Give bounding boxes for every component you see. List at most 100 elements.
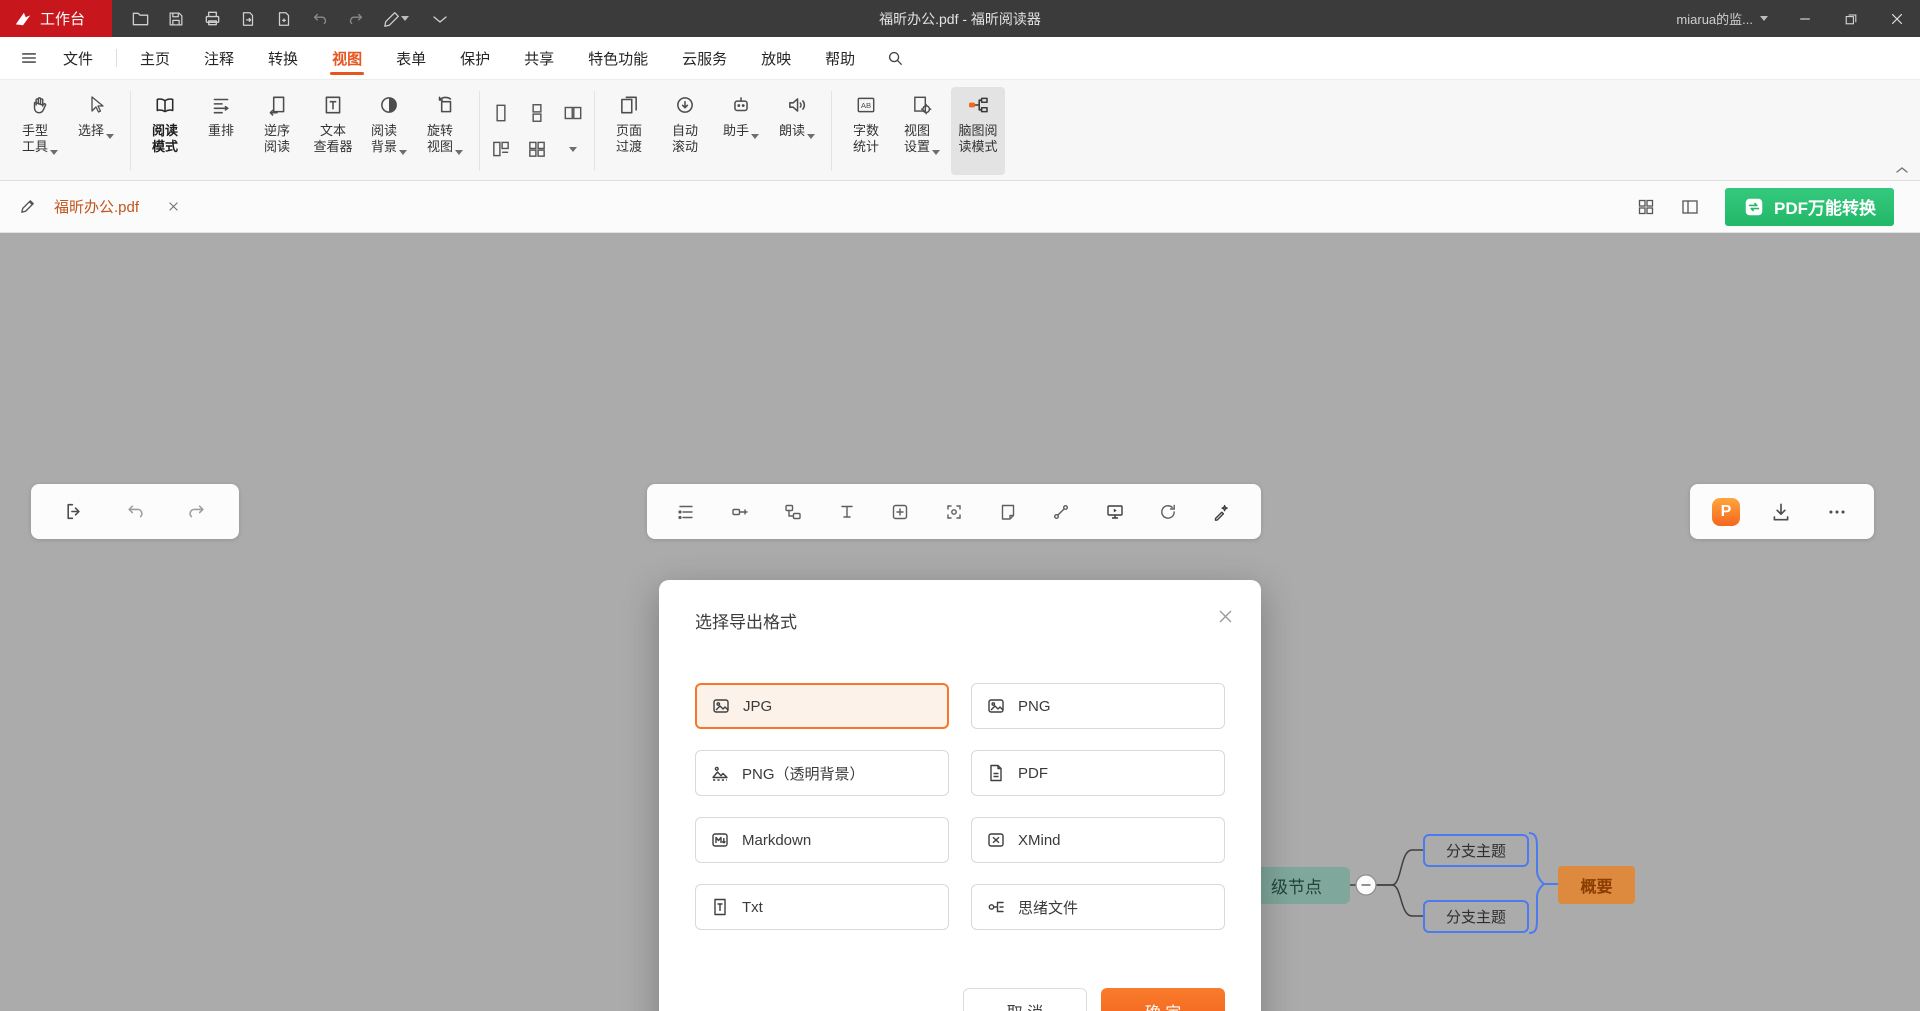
confirm-button[interactable]: 确 定 bbox=[1101, 988, 1225, 1011]
select-tool-button[interactable]: 选择 bbox=[69, 87, 123, 175]
mindmap-branch-node[interactable]: 分支主题 bbox=[1423, 900, 1529, 933]
save-button[interactable] bbox=[160, 5, 192, 33]
mindmap-mode-button[interactable]: 脑图阅 读模式 bbox=[951, 87, 1005, 175]
facing-page-button[interactable] bbox=[556, 96, 590, 130]
menu-cloud[interactable]: 云服务 bbox=[674, 37, 735, 79]
cursor-icon bbox=[86, 92, 106, 118]
export-option-pdf[interactable]: PDF bbox=[971, 750, 1225, 796]
hand-tool-button[interactable]: 手型 工具 bbox=[13, 87, 67, 175]
export-option-png[interactable]: PNG bbox=[971, 683, 1225, 729]
document-tab[interactable]: 福昕办公.pdf bbox=[42, 181, 192, 232]
panel-layout-button[interactable] bbox=[1675, 192, 1705, 222]
view-settings-button[interactable]: 视图 设置 bbox=[895, 87, 949, 175]
export-option-txt[interactable]: Txt bbox=[695, 884, 949, 930]
export-option-jpg[interactable]: JPG bbox=[695, 683, 949, 729]
screenshot-frame-icon bbox=[944, 502, 964, 522]
toolbar-options-button[interactable] bbox=[420, 5, 460, 33]
menu-help[interactable]: 帮助 bbox=[817, 37, 863, 79]
menu-convert[interactable]: 转换 bbox=[260, 37, 306, 79]
rotate-view-button[interactable]: 旋转 视图 bbox=[418, 87, 472, 175]
export-option-png-transparent[interactable]: PNG（透明背景） bbox=[695, 750, 949, 796]
page-layout-more-button[interactable] bbox=[556, 132, 590, 166]
redo-button[interactable] bbox=[340, 5, 372, 33]
mindmap-summary-node[interactable]: 概要 bbox=[1558, 866, 1635, 904]
read-aloud-button[interactable]: 朗读 bbox=[770, 87, 824, 175]
restore-button[interactable] bbox=[1828, 0, 1874, 37]
reverse-read-button[interactable]: 逆序 阅读 bbox=[250, 87, 304, 175]
rotate-view-label: 旋转 视图 bbox=[427, 123, 453, 155]
search-icon[interactable] bbox=[878, 49, 912, 67]
close-window-button[interactable] bbox=[1874, 0, 1920, 37]
add-topic-button[interactable] bbox=[725, 497, 755, 527]
collapse-outline-button[interactable] bbox=[59, 497, 89, 527]
menu-file[interactable]: 文件 bbox=[55, 37, 101, 79]
new-document-button[interactable] bbox=[268, 5, 300, 33]
redo-button[interactable] bbox=[181, 497, 211, 527]
menu-form[interactable]: 表单 bbox=[388, 37, 434, 79]
page-layout-4-button[interactable] bbox=[484, 132, 518, 166]
download-button[interactable] bbox=[1766, 497, 1796, 527]
chevron-down-icon bbox=[430, 9, 450, 29]
outline-structure-button[interactable] bbox=[671, 497, 701, 527]
menu-present[interactable]: 放映 bbox=[753, 37, 799, 79]
relation-line-button[interactable] bbox=[1046, 497, 1076, 527]
brand-badge[interactable]: P bbox=[1712, 498, 1740, 526]
grid-view-button[interactable] bbox=[1631, 192, 1661, 222]
note-button[interactable] bbox=[993, 497, 1023, 527]
export-option-mind-file[interactable]: 思绪文件 bbox=[971, 884, 1225, 930]
edit-text-button[interactable] bbox=[832, 497, 862, 527]
menu-protect[interactable]: 保护 bbox=[452, 37, 498, 79]
export-option-markdown[interactable]: Markdown bbox=[695, 817, 949, 863]
ai-magic-button[interactable] bbox=[1207, 497, 1237, 527]
reflow-icon bbox=[210, 92, 232, 118]
insert-node-button[interactable] bbox=[885, 497, 915, 527]
edit-text-icon bbox=[837, 502, 857, 522]
mindmap-canvas[interactable]: P 级节点 分支主题 分支主题 概要 思维导图 100% bbox=[0, 233, 1920, 1011]
open-file-button[interactable] bbox=[124, 5, 156, 33]
presentation-button[interactable] bbox=[1100, 497, 1130, 527]
export-option-label: Markdown bbox=[742, 832, 811, 849]
cancel-button[interactable]: 取 消 bbox=[963, 988, 1087, 1011]
export-document-button[interactable] bbox=[232, 5, 264, 33]
mindmap-branch-node[interactable]: 分支主题 bbox=[1423, 834, 1529, 867]
continuous-page-button[interactable] bbox=[520, 96, 554, 130]
export-option-label: JPG bbox=[743, 698, 772, 715]
menu-home[interactable]: 主页 bbox=[132, 37, 178, 79]
tab-close-icon[interactable] bbox=[167, 200, 180, 213]
pdf-convert-button[interactable]: PDF万能转换 bbox=[1725, 188, 1894, 226]
word-count-button[interactable]: AB 字数 统计 bbox=[839, 87, 893, 175]
auto-scroll-button[interactable]: 自动 滚动 bbox=[658, 87, 712, 175]
pdf-document-icon bbox=[986, 763, 1006, 783]
read-background-button[interactable]: 阅读 背景 bbox=[362, 87, 416, 175]
account-menu[interactable]: miarua的监... bbox=[1662, 9, 1782, 28]
rotate-icon bbox=[434, 92, 456, 118]
read-mode-button[interactable]: 阅读 模式 bbox=[138, 87, 192, 175]
workspace-button[interactable]: 工作台 bbox=[0, 0, 112, 37]
minimize-button[interactable] bbox=[1782, 0, 1828, 37]
undo-button[interactable] bbox=[120, 497, 150, 527]
menu-share[interactable]: 共享 bbox=[516, 37, 562, 79]
assistant-button[interactable]: 助手 bbox=[714, 87, 768, 175]
reflow-button[interactable]: 重排 bbox=[194, 87, 248, 175]
refresh-style-button[interactable] bbox=[1153, 497, 1183, 527]
screenshot-frame-button[interactable] bbox=[939, 497, 969, 527]
export-option-xmind[interactable]: XMind bbox=[971, 817, 1225, 863]
add-subtopic-button[interactable] bbox=[778, 497, 808, 527]
print-button[interactable] bbox=[196, 5, 228, 33]
menu-view[interactable]: 视图 bbox=[324, 37, 370, 79]
menu-features[interactable]: 特色功能 bbox=[580, 37, 656, 79]
collapse-ribbon-icon[interactable] bbox=[1894, 164, 1910, 176]
text-viewer-button[interactable]: 文本 查看器 bbox=[306, 87, 360, 175]
ribbon-group-tools: 手型 工具 选择 bbox=[6, 87, 130, 175]
pen-tool-button[interactable] bbox=[376, 5, 416, 33]
pencil-icon[interactable] bbox=[12, 197, 42, 216]
menu-comment[interactable]: 注释 bbox=[196, 37, 242, 79]
image-icon bbox=[986, 696, 1006, 716]
hamburger-menu-icon[interactable] bbox=[14, 49, 44, 67]
page-layout-5-button[interactable] bbox=[520, 132, 554, 166]
undo-button[interactable] bbox=[304, 5, 336, 33]
dialog-close-button[interactable] bbox=[1211, 602, 1239, 630]
single-page-button[interactable] bbox=[484, 96, 518, 130]
page-transition-button[interactable]: 页面 过渡 bbox=[602, 87, 656, 175]
more-options-button[interactable] bbox=[1822, 497, 1852, 527]
